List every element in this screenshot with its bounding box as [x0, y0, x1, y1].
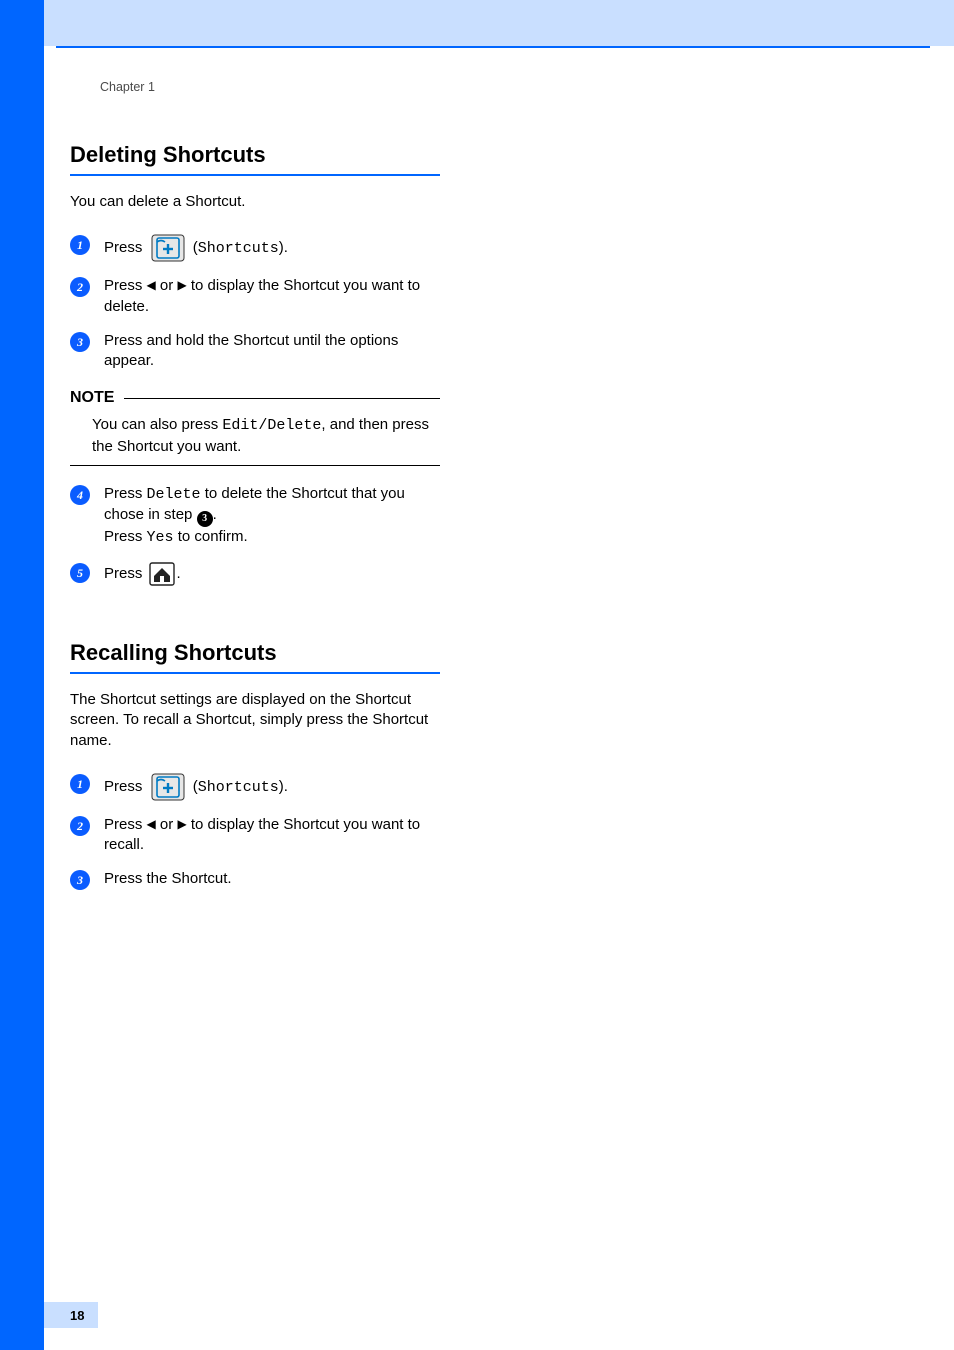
text: Press	[104, 778, 147, 795]
section-gap	[70, 600, 440, 640]
step-badge-1: 1	[70, 235, 90, 255]
text: Press	[104, 239, 147, 256]
step-badge-2: 2	[70, 816, 90, 836]
step-badge-3: 3	[70, 870, 90, 890]
text: .	[177, 565, 181, 582]
text: or	[156, 816, 178, 833]
top-accent-band	[44, 0, 954, 46]
step-3: 3 Press the Shortcut.	[70, 869, 440, 890]
step-body: Press and hold the Shortcut until the op…	[104, 331, 440, 372]
note-body: You can also press Edit/Delete, and then…	[92, 415, 440, 457]
page: Chapter 1 Deleting Shortcuts You can del…	[0, 0, 954, 1350]
text: to confirm.	[174, 528, 248, 545]
step-number: 3	[77, 336, 83, 348]
step-body: Press Delete to delete the Shortcut that…	[104, 484, 440, 548]
home-icon	[149, 562, 175, 586]
step-ref-number: 3	[202, 512, 207, 526]
step-body: Press (Shortcuts).	[104, 773, 440, 801]
triangle-right-icon: ▶	[177, 817, 186, 831]
step-body: Press .	[104, 562, 440, 586]
step-5: 5 Press .	[70, 562, 440, 586]
text: You can also press	[92, 416, 222, 433]
note-rule	[124, 398, 440, 399]
left-accent-band	[0, 0, 44, 1350]
note-label: NOTE	[70, 389, 114, 407]
text: ).	[279, 778, 288, 795]
step-number: 1	[77, 239, 83, 251]
step-ref-badge: 3	[197, 511, 213, 527]
step-number: 1	[77, 778, 83, 790]
text: .	[213, 506, 217, 523]
step-badge-4: 4	[70, 485, 90, 505]
text: Press	[104, 528, 147, 545]
section-title-recalling: Recalling Shortcuts	[70, 640, 440, 674]
note-block: NOTE You can also press Edit/Delete, and…	[70, 389, 440, 466]
page-number-strip: 18	[44, 1302, 98, 1328]
content-area: Chapter 1 Deleting Shortcuts You can del…	[70, 70, 890, 904]
shortcuts-label: Shortcuts	[198, 240, 279, 257]
step-number: 4	[77, 489, 83, 501]
text: ).	[279, 239, 288, 256]
text: Press	[104, 816, 147, 833]
step-number: 5	[77, 567, 83, 579]
mono-text: Edit/Delete	[222, 417, 321, 434]
step-2: 2 Press ◀ or ▶ to display the Shortcut y…	[70, 276, 440, 317]
main-column: Deleting Shortcuts You can delete a Shor…	[70, 142, 440, 890]
chapter-label: Chapter 1	[100, 80, 890, 94]
triangle-right-icon: ▶	[177, 278, 186, 292]
step-badge-5: 5	[70, 563, 90, 583]
section1-intro: You can delete a Shortcut.	[70, 192, 440, 212]
triangle-left-icon: ◀	[147, 817, 156, 831]
step-badge-3: 3	[70, 332, 90, 352]
text: Press	[104, 565, 147, 582]
shortcuts-plus-icon	[151, 773, 185, 801]
text: Press	[104, 277, 147, 294]
step-2: 2 Press ◀ or ▶ to display the Shortcut y…	[70, 815, 440, 856]
step-1: 1 Press (Shortcuts).	[70, 773, 440, 801]
step-body: Press ◀ or ▶ to display the Shortcut you…	[104, 276, 440, 317]
mono-text: Delete	[147, 486, 201, 503]
step-4: 4 Press Delete to delete the Shortcut th…	[70, 484, 440, 548]
step-body: Press ◀ or ▶ to display the Shortcut you…	[104, 815, 440, 856]
shortcuts-label: Shortcuts	[198, 779, 279, 796]
step-body: Press the Shortcut.	[104, 869, 440, 889]
text: Press	[104, 485, 147, 502]
shortcuts-plus-icon	[151, 234, 185, 262]
note-head: NOTE	[70, 389, 440, 407]
text: or	[156, 277, 178, 294]
step-badge-1: 1	[70, 774, 90, 794]
top-rule	[56, 46, 930, 48]
section-title-deleting: Deleting Shortcuts	[70, 142, 440, 176]
step-number: 2	[77, 281, 83, 293]
page-number: 18	[70, 1308, 84, 1323]
step-number: 3	[77, 874, 83, 886]
mono-text: Yes	[147, 529, 174, 546]
step-1: 1 Press (Shortcuts).	[70, 234, 440, 262]
note-bottom-rule	[70, 465, 440, 466]
step-3: 3 Press and hold the Shortcut until the …	[70, 331, 440, 372]
section2-intro: The Shortcut settings are displayed on t…	[70, 690, 440, 751]
triangle-left-icon: ◀	[147, 278, 156, 292]
step-number: 2	[77, 820, 83, 832]
step-badge-2: 2	[70, 277, 90, 297]
step-body: Press (Shortcuts).	[104, 234, 440, 262]
